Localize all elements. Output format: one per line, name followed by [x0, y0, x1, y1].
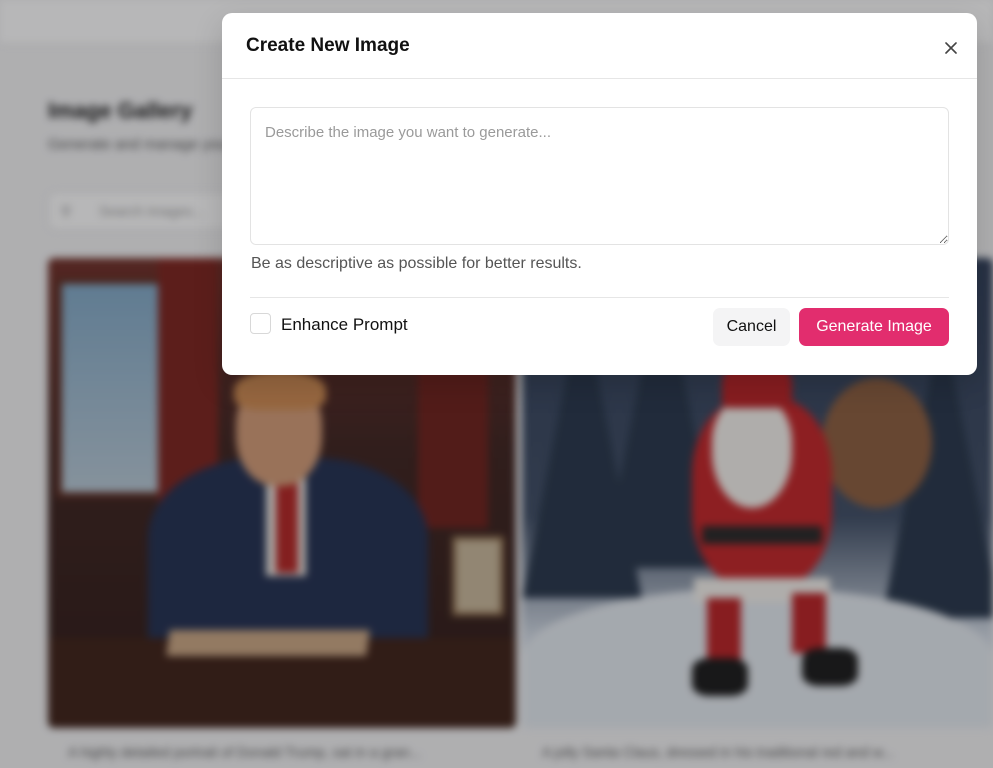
enhance-prompt-checkbox[interactable]: [250, 313, 271, 334]
create-image-dialog: Create New Image Be as descriptive as po…: [222, 13, 977, 375]
enhance-prompt-label[interactable]: Enhance Prompt: [281, 315, 408, 335]
prompt-hint: Be as descriptive as possible for better…: [251, 255, 582, 272]
cancel-button[interactable]: Cancel: [713, 308, 790, 346]
dialog-title: Create New Image: [246, 35, 410, 56]
close-icon: [945, 42, 957, 54]
divider: [250, 297, 949, 298]
close-button[interactable]: [938, 35, 964, 61]
generate-image-button[interactable]: Generate Image: [799, 308, 949, 346]
dialog-header: Create New Image: [222, 13, 977, 79]
prompt-input[interactable]: [250, 107, 949, 245]
